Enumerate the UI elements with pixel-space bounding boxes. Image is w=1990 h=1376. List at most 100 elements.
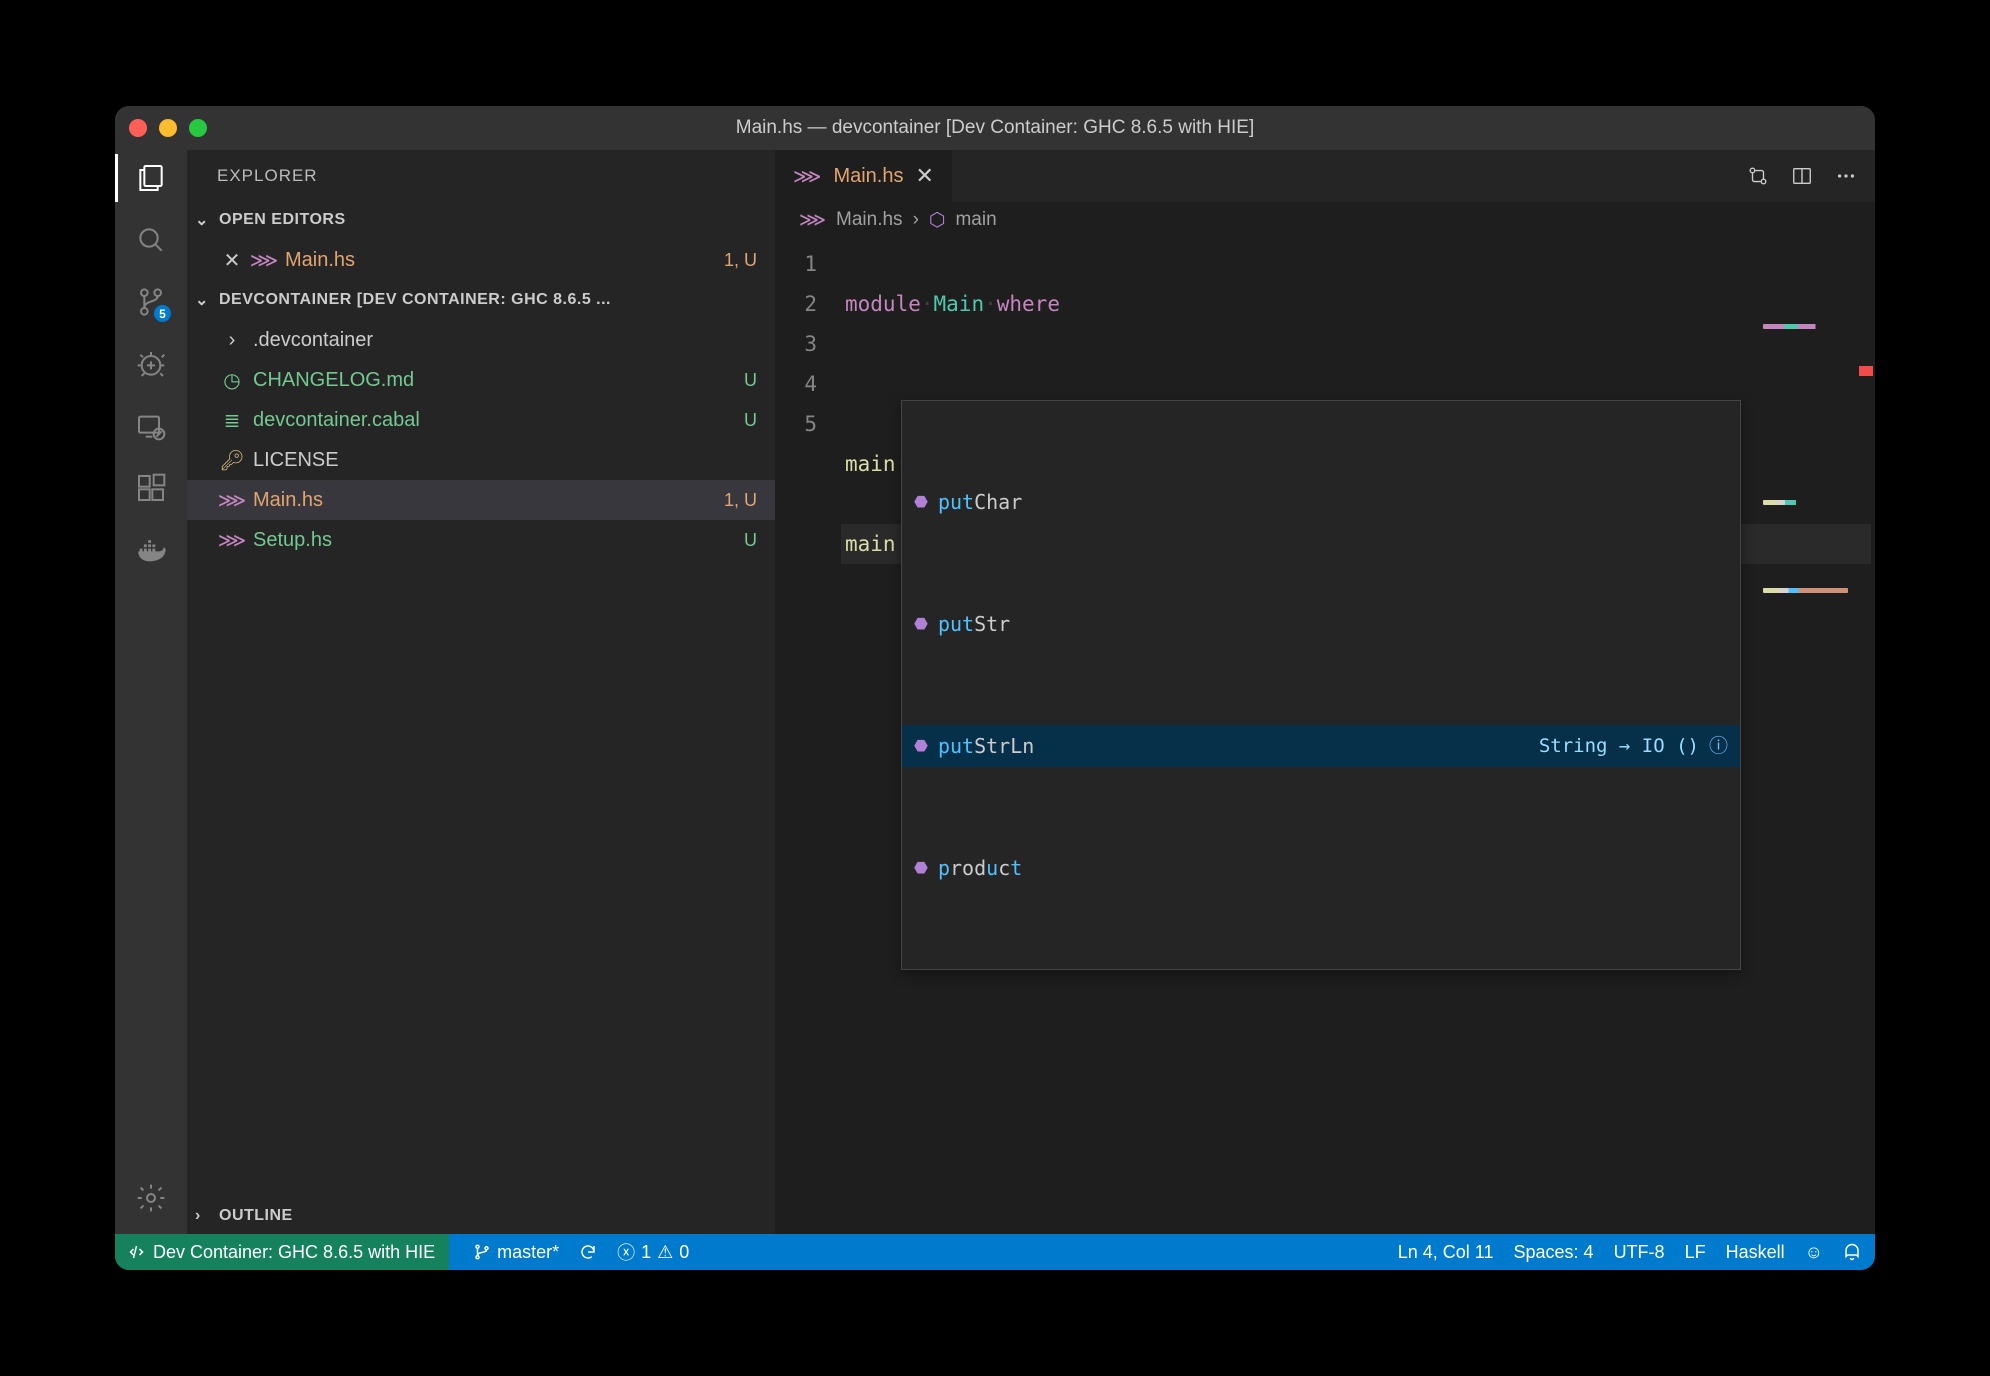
haskell-file-icon: ⋙ bbox=[253, 248, 275, 273]
file-item[interactable]: 🔑︎ LICENSE bbox=[187, 440, 775, 480]
tab-actions bbox=[1747, 150, 1875, 202]
eol[interactable]: LF bbox=[1685, 1242, 1706, 1263]
error-ruler bbox=[1855, 238, 1875, 1234]
clock-icon: ◷ bbox=[221, 368, 243, 393]
problems-indicator[interactable]: ⓧ 1 ⚠ 0 bbox=[617, 1239, 689, 1265]
traffic-lights bbox=[129, 119, 207, 137]
suggest-label: putStr bbox=[938, 604, 1010, 644]
line-number: 2 bbox=[775, 284, 817, 324]
suggest-item[interactable]: ⬣ putStr bbox=[902, 603, 1740, 645]
file-name: devcontainer.cabal bbox=[253, 409, 420, 432]
open-editor-name: Main.hs bbox=[285, 249, 355, 272]
line-number: 5 bbox=[775, 404, 817, 444]
minimap[interactable] bbox=[1763, 244, 1863, 284]
minimize-window-button[interactable] bbox=[159, 119, 177, 137]
vscode-window: Main.hs — devcontainer [Dev Container: G… bbox=[115, 106, 1875, 1270]
suggest-item[interactable]: ⬣ product bbox=[902, 847, 1740, 889]
workspace-label: DEVCONTAINER [DEV CONTAINER: GHC 8.6.5 .… bbox=[219, 291, 611, 309]
suggest-item[interactable]: ⬣ putChar bbox=[902, 481, 1740, 523]
file-name: LICENSE bbox=[253, 449, 339, 472]
open-editor-item[interactable]: ✕ ⋙ Main.hs 1, U bbox=[187, 240, 775, 280]
maximize-window-button[interactable] bbox=[189, 119, 207, 137]
suggest-detail: String → IO ()ⓘ bbox=[1539, 726, 1728, 766]
cube-icon: ⬣ bbox=[914, 848, 928, 888]
code-token: where bbox=[997, 292, 1060, 316]
file-item[interactable]: ⋙ Main.hs 1, U bbox=[187, 480, 775, 520]
code-token: Main bbox=[934, 292, 985, 316]
error-count: 1 bbox=[641, 1242, 651, 1263]
branch-indicator[interactable]: master* bbox=[473, 1242, 559, 1263]
body-area: 5 EXPLORER ⌄ OPEN EDITORS bbox=[115, 150, 1875, 1234]
line-number: 4 bbox=[775, 364, 817, 404]
more-actions-icon[interactable] bbox=[1835, 165, 1857, 187]
chevron-down-icon: ⌄ bbox=[195, 210, 215, 230]
activity-bar: 5 bbox=[115, 150, 187, 1234]
notifications-icon[interactable] bbox=[1843, 1243, 1861, 1261]
split-editor-icon[interactable] bbox=[1791, 165, 1813, 187]
haskell-file-icon: ⋙ bbox=[221, 488, 243, 513]
file-tree: › .devcontainer ◷ CHANGELOG.md U ≣ devco… bbox=[187, 318, 775, 562]
remote-explorer-activity-icon[interactable] bbox=[133, 408, 169, 444]
remote-indicator[interactable]: Dev Container: GHC 8.6.5 with HIE bbox=[115, 1234, 449, 1270]
source-control-activity-icon[interactable]: 5 bbox=[133, 284, 169, 320]
code-content[interactable]: module·Main·where main·::·IO·() main·=·p… bbox=[845, 238, 1875, 1234]
close-window-button[interactable] bbox=[129, 119, 147, 137]
folder-item[interactable]: › .devcontainer bbox=[187, 320, 775, 360]
suggest-label: putStrLn bbox=[938, 726, 1034, 766]
info-icon[interactable]: ⓘ bbox=[1709, 726, 1728, 766]
error-icon: ⓧ bbox=[617, 1239, 635, 1265]
extensions-activity-icon[interactable] bbox=[133, 470, 169, 506]
sync-button[interactable] bbox=[579, 1243, 597, 1261]
open-editor-status: 1, U bbox=[724, 250, 757, 271]
error-marker[interactable] bbox=[1859, 366, 1873, 376]
file-item[interactable]: ◷ CHANGELOG.md U bbox=[187, 360, 775, 400]
cube-icon: ⬡ bbox=[929, 209, 946, 232]
chevron-down-icon: ⌄ bbox=[195, 290, 215, 310]
folder-name: .devcontainer bbox=[253, 329, 373, 352]
key-icon: 🔑︎ bbox=[221, 448, 243, 473]
file-name: Setup.hs bbox=[253, 529, 332, 552]
indentation[interactable]: Spaces: 4 bbox=[1514, 1242, 1594, 1263]
file-name: Main.hs bbox=[253, 489, 323, 512]
intellisense-widget[interactable]: ⬣ putChar ⬣ putStr ⬣ putStrLn String → I… bbox=[901, 400, 1741, 970]
workspace-header[interactable]: ⌄ DEVCONTAINER [DEV CONTAINER: GHC 8.6.5… bbox=[187, 282, 775, 318]
sidebar-title: EXPLORER bbox=[187, 150, 775, 202]
file-status: 1, U bbox=[724, 490, 757, 511]
editor-body[interactable]: 1 2 3 4 5 module·Main·where main·::·IO·(… bbox=[775, 238, 1875, 1234]
debug-activity-icon[interactable] bbox=[133, 346, 169, 382]
language-mode[interactable]: Haskell bbox=[1726, 1242, 1785, 1263]
outline-label: OUTLINE bbox=[219, 1207, 293, 1225]
feedback-icon[interactable]: ☺ bbox=[1805, 1242, 1823, 1263]
encoding[interactable]: UTF-8 bbox=[1614, 1242, 1665, 1263]
docker-activity-icon[interactable] bbox=[133, 532, 169, 568]
file-item[interactable]: ≣ devcontainer.cabal U bbox=[187, 400, 775, 440]
outline-header[interactable]: › OUTLINE bbox=[187, 1198, 775, 1234]
cube-icon: ⬣ bbox=[914, 604, 928, 644]
haskell-file-icon: ⋙ bbox=[799, 209, 826, 232]
suggest-item[interactable]: ⬣ putStrLn String → IO ()ⓘ bbox=[902, 725, 1740, 767]
settings-gear-icon[interactable] bbox=[133, 1180, 169, 1216]
search-activity-icon[interactable] bbox=[133, 222, 169, 258]
compare-changes-icon[interactable] bbox=[1747, 165, 1769, 187]
explorer-sidebar: EXPLORER ⌄ OPEN EDITORS ✕ ⋙ Main.hs 1, U… bbox=[187, 150, 775, 1234]
line-number: 1 bbox=[775, 244, 817, 284]
code-token: main bbox=[845, 452, 896, 476]
cursor-position[interactable]: Ln 4, Col 11 bbox=[1398, 1242, 1494, 1263]
lines-icon: ≣ bbox=[221, 408, 243, 433]
warning-count: 0 bbox=[679, 1242, 689, 1263]
remote-label: Dev Container: GHC 8.6.5 with HIE bbox=[153, 1242, 435, 1263]
open-editors-header[interactable]: ⌄ OPEN EDITORS bbox=[187, 202, 775, 238]
close-tab-icon[interactable]: ✕ bbox=[915, 163, 933, 189]
editor-area: ⋙ Main.hs ✕ ⋙ Main.hs › ⬡ main bbox=[775, 150, 1875, 1234]
file-item[interactable]: ⋙ Setup.hs U bbox=[187, 520, 775, 560]
close-icon[interactable]: ✕ bbox=[221, 248, 243, 273]
titlebar: Main.hs — devcontainer [Dev Container: G… bbox=[115, 106, 1875, 150]
editor-tabs: ⋙ Main.hs ✕ bbox=[775, 150, 1875, 202]
chevron-right-icon: › bbox=[221, 329, 243, 352]
tab-main-hs[interactable]: ⋙ Main.hs ✕ bbox=[775, 150, 953, 202]
chevron-right-icon: › bbox=[195, 1207, 215, 1225]
breadcrumb[interactable]: ⋙ Main.hs › ⬡ main bbox=[775, 202, 1875, 238]
haskell-file-icon: ⋙ bbox=[221, 528, 243, 553]
explorer-activity-icon[interactable] bbox=[133, 160, 169, 196]
file-name: CHANGELOG.md bbox=[253, 369, 414, 392]
